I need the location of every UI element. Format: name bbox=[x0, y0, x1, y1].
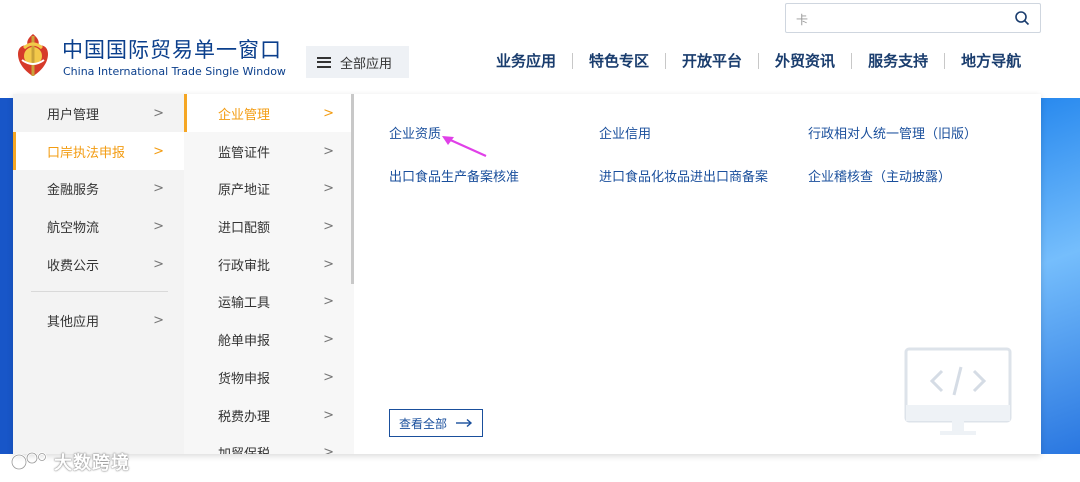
chevron-right-icon: > bbox=[323, 370, 334, 385]
menu-item-label: 航空物流 bbox=[47, 220, 100, 236]
all-apps-button[interactable]: 全部应用 bbox=[306, 46, 409, 78]
menu-l2-tax-processing[interactable]: 税费办理 > bbox=[184, 396, 354, 434]
menu-l1-fee-disclosure[interactable]: 收费公示 > bbox=[13, 245, 184, 283]
watermark-logo-icon bbox=[10, 451, 47, 471]
chevron-right-icon: > bbox=[323, 219, 334, 234]
chevron-right-icon: > bbox=[323, 408, 334, 423]
chevron-right-icon: > bbox=[153, 257, 164, 272]
menu-level1: 用户管理 > 口岸执法申报 > 金融服务 > 航空物流 > 收费公示 > 其他应… bbox=[13, 94, 184, 454]
menu-l2-goods-declaration[interactable]: 货物申报 > bbox=[184, 358, 354, 396]
menu-l1-other-apps[interactable]: 其他应用 > bbox=[13, 301, 184, 339]
chevron-right-icon: > bbox=[323, 181, 334, 196]
chevron-right-icon: > bbox=[323, 332, 334, 347]
chevron-right-icon: > bbox=[153, 144, 164, 159]
view-all-label: 查看全部 bbox=[398, 416, 447, 431]
menu-l2-processing-trade-bonded[interactable]: 加贸保税 > bbox=[184, 433, 354, 454]
menu-l2-transport-vehicles[interactable]: 运输工具 > bbox=[184, 282, 354, 320]
chevron-right-icon: > bbox=[323, 257, 334, 272]
pointer-arrow-icon bbox=[442, 136, 487, 158]
emblem-logo-icon bbox=[18, 34, 48, 76]
menu-l1-financial-services[interactable]: 金融服务 > bbox=[13, 169, 184, 207]
menu-item-label: 用户管理 bbox=[47, 107, 100, 123]
menu-item-label: 口岸执法申报 bbox=[47, 145, 126, 161]
chevron-right-icon: > bbox=[153, 219, 164, 234]
menu-l1-port-enforcement[interactable]: 口岸执法申报 > bbox=[13, 132, 184, 170]
search-icon[interactable] bbox=[1014, 10, 1030, 26]
chevron-right-icon: > bbox=[323, 294, 334, 309]
chevron-right-icon: > bbox=[153, 313, 164, 328]
menu-l2-enterprise-management[interactable]: 企业管理 > bbox=[184, 94, 354, 132]
menu-item-label: 监管证件 bbox=[218, 145, 271, 161]
hamburger-icon bbox=[317, 56, 331, 68]
menu-item-label: 舱单申报 bbox=[218, 333, 271, 349]
banner-decoration bbox=[1040, 98, 1080, 454]
nav-business-apps[interactable]: 业务应用 bbox=[480, 50, 572, 71]
search-input[interactable] bbox=[794, 9, 998, 29]
link-enterprise-credit[interactable]: 企业信用 bbox=[599, 123, 651, 142]
nav-featured-zone[interactable]: 特色专区 bbox=[573, 50, 665, 71]
menu-item-label: 货物申报 bbox=[218, 371, 271, 387]
chevron-right-icon: > bbox=[323, 144, 334, 159]
nav-open-platform[interactable]: 开放平台 bbox=[666, 50, 758, 71]
menu-item-label: 原产地证 bbox=[218, 182, 271, 198]
menu-l1-user-management[interactable]: 用户管理 > bbox=[13, 94, 184, 132]
menu-item-label: 加贸保税 bbox=[218, 446, 271, 455]
watermark: 大数跨境 bbox=[10, 448, 150, 476]
watermark-text: 大数跨境 bbox=[54, 453, 130, 474]
menu-item-label: 收费公示 bbox=[47, 258, 100, 274]
menu-item-label: 金融服务 bbox=[47, 182, 100, 198]
arrow-right-icon bbox=[456, 418, 473, 428]
all-apps-label: 全部应用 bbox=[340, 56, 393, 72]
brand-title-cn: 中国国际贸易单一窗口 bbox=[62, 38, 282, 62]
menu-l2-administrative-approval[interactable]: 行政审批 > bbox=[184, 245, 354, 283]
link-enterprise-audit-disclosure[interactable]: 企业稽核查（主动披露） bbox=[808, 166, 951, 185]
menu-item-label: 其他应用 bbox=[47, 314, 100, 330]
menu-item-label: 税费办理 bbox=[218, 409, 271, 425]
menu-item-label: 运输工具 bbox=[218, 295, 271, 311]
chevron-right-icon: > bbox=[323, 445, 334, 454]
chevron-right-icon: > bbox=[153, 181, 164, 196]
menu-l2-regulatory-documents[interactable]: 监管证件 > bbox=[184, 132, 354, 170]
link-enterprise-qualification[interactable]: 企业资质 bbox=[389, 123, 441, 142]
link-administrative-counterpart-legacy[interactable]: 行政相对人统一管理（旧版） bbox=[808, 123, 977, 142]
nav-local-navigation[interactable]: 地方导航 bbox=[945, 50, 1037, 71]
menu-l2-manifest-declaration[interactable]: 舱单申报 > bbox=[184, 320, 354, 358]
view-all-button[interactable]: 查看全部 bbox=[389, 409, 483, 437]
top-nav: 业务应用 特色专区 开放平台 外贸资讯 服务支持 地方导航 bbox=[480, 50, 1037, 71]
nav-service-support[interactable]: 服务支持 bbox=[852, 50, 944, 71]
menu-l2-certificate-of-origin[interactable]: 原产地证 > bbox=[184, 169, 354, 207]
menu-level2: 企业管理 > 监管证件 > 原产地证 > 进口配额 > 行政审批 > 运输工具 … bbox=[184, 94, 354, 454]
link-export-food-filing[interactable]: 出口食品生产备案核准 bbox=[389, 166, 519, 185]
chevron-right-icon: > bbox=[153, 106, 164, 121]
link-import-food-cosmetics-filing[interactable]: 进口食品化妆品进出口商备案 bbox=[599, 166, 768, 185]
menu-divider bbox=[31, 291, 168, 292]
mega-menu-panel: 用户管理 > 口岸执法申报 > 金融服务 > 航空物流 > 收费公示 > 其他应… bbox=[13, 94, 1041, 454]
menu-item-label: 行政审批 bbox=[218, 258, 271, 274]
nav-trade-news[interactable]: 外贸资讯 bbox=[759, 50, 851, 71]
menu-l1-air-logistics[interactable]: 航空物流 > bbox=[13, 207, 184, 245]
menu-item-label: 进口配额 bbox=[218, 220, 271, 236]
chevron-right-icon: > bbox=[323, 106, 334, 121]
menu-l2-import-quota[interactable]: 进口配额 > bbox=[184, 207, 354, 245]
brand-title-en: China International Trade Single Window bbox=[63, 65, 286, 78]
search-box bbox=[785, 3, 1041, 33]
code-icon bbox=[904, 347, 1012, 435]
menu-item-label: 企业管理 bbox=[218, 107, 271, 123]
